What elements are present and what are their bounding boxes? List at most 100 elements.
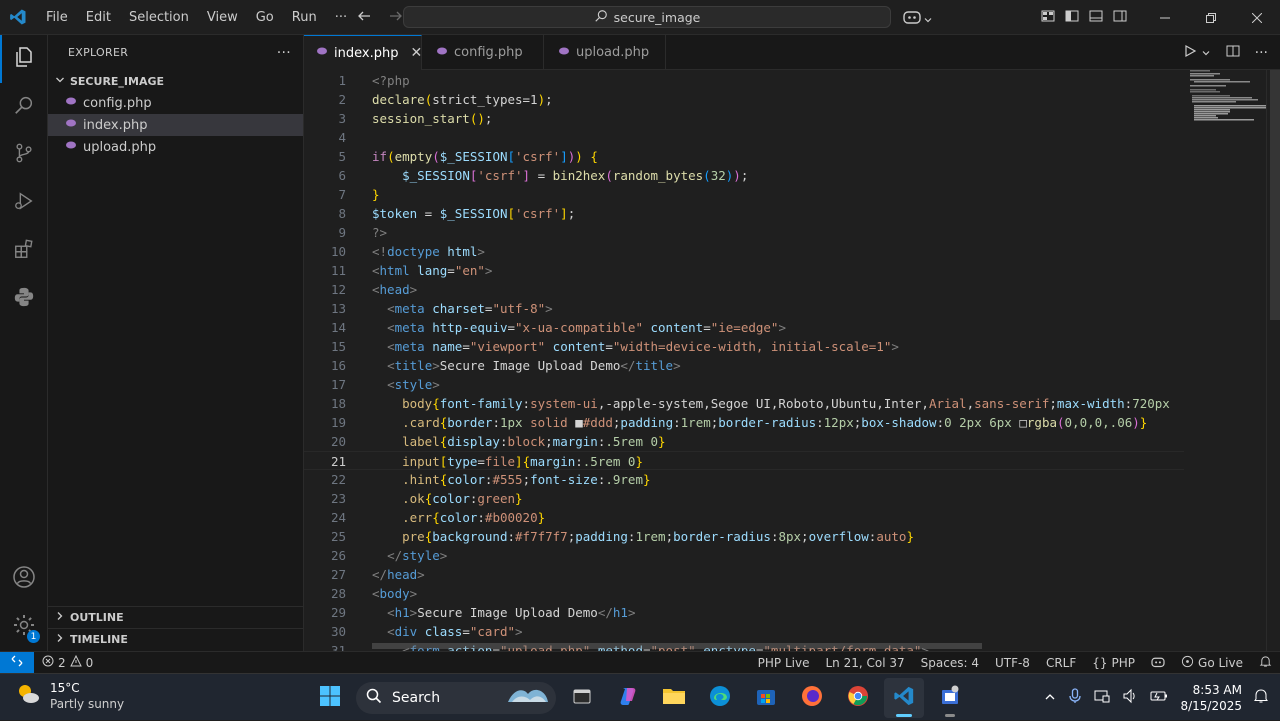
network-icon[interactable] <box>1094 688 1110 708</box>
file-upload-php[interactable]: upload.php <box>48 136 303 158</box>
battery-icon[interactable] <box>1150 688 1168 708</box>
notification-bell-icon[interactable] <box>1254 688 1268 708</box>
more-actions-icon[interactable]: ··· <box>1255 45 1268 61</box>
copilot-button[interactable] <box>903 9 933 29</box>
code-line[interactable]: 30 <div class="card"> <box>304 622 1184 641</box>
menu-edit[interactable]: Edit <box>77 0 120 35</box>
cursor-position[interactable]: Ln 21, Col 37 <box>817 656 912 670</box>
menu-file[interactable]: File <box>37 0 77 35</box>
code-line[interactable]: 16 <title>Secure Image Upload Demo</titl… <box>304 356 1184 375</box>
code-line[interactable]: 29 <h1>Secure Image Upload Demo</h1> <box>304 603 1184 622</box>
tab-upload-php[interactable]: upload.php <box>544 35 666 70</box>
vertical-scrollbar[interactable] <box>1266 70 1280 651</box>
manage-activity[interactable]: 1 <box>0 603 48 651</box>
close-window-button[interactable] <box>1234 0 1280 35</box>
code-line[interactable]: 22 .hint{color:#555;font-size:.9rem} <box>304 470 1184 489</box>
code-line[interactable]: 18 body{font-family:system-ui,-apple-sys… <box>304 394 1184 413</box>
code-line[interactable]: 10 <!doctype html> <box>304 242 1184 261</box>
file-config-php[interactable]: config.php <box>48 92 303 114</box>
code-line[interactable]: 14 <meta http-equiv="x-ua-compatible" co… <box>304 318 1184 337</box>
taskbar-search[interactable]: Search <box>356 681 556 714</box>
code-line[interactable]: 20 label{display:block;margin:.5rem 0} <box>304 432 1184 451</box>
database-app[interactable] <box>930 678 970 718</box>
extensions-activity[interactable] <box>0 227 48 275</box>
python-activity[interactable] <box>0 275 48 323</box>
file-index-php[interactable]: index.php <box>48 114 303 136</box>
scrollbar-thumb[interactable] <box>1270 70 1280 320</box>
menu-go[interactable]: Go <box>247 0 283 35</box>
chevron-down-icon[interactable] <box>1201 43 1211 62</box>
accounts-activity[interactable] <box>0 555 48 603</box>
code-line[interactable]: 21 input[type=file]{margin:.5rem 0} <box>304 451 1184 470</box>
code-line[interactable]: 28 <body> <box>304 584 1184 603</box>
source-control-activity[interactable] <box>0 131 48 179</box>
search-activity[interactable] <box>0 83 48 131</box>
weather-widget[interactable]: 15°C Partly sunny <box>14 680 124 712</box>
code-line[interactable]: 23 .ok{color:green} <box>304 489 1184 508</box>
workspace-folder[interactable]: SECURE_IMAGE <box>48 70 303 92</box>
split-editor-icon[interactable] <box>1225 43 1241 63</box>
tab-config-php[interactable]: config.php <box>422 35 544 70</box>
code-line[interactable]: 19 .card{border:1px solid ■#ddd;padding:… <box>304 413 1184 432</box>
microphone-icon[interactable] <box>1068 687 1082 708</box>
code-line[interactable]: 2 declare(strict_types=1); <box>304 90 1184 109</box>
encoding-status[interactable]: UTF-8 <box>987 656 1038 670</box>
horizontal-scrollbar[interactable] <box>372 643 982 649</box>
code-line[interactable]: 5 if(empty($_SESSION['csrf'])) { <box>304 147 1184 166</box>
tab-index-php[interactable]: index.php ✕ <box>304 35 422 70</box>
toggle-primary-sidebar-icon[interactable] <box>1064 8 1080 28</box>
run-debug-activity[interactable] <box>0 179 48 227</box>
chrome-app[interactable] <box>838 678 878 718</box>
code-line[interactable]: 1 <?php <box>304 71 1184 90</box>
clock[interactable]: 8:53 AM 8/15/2025 <box>1180 682 1242 714</box>
store-app[interactable] <box>746 678 786 718</box>
firefox-app[interactable] <box>792 678 832 718</box>
code-line[interactable]: 11 <html lang="en"> <box>304 261 1184 280</box>
code-line[interactable]: 24 .err{color:#b00020} <box>304 508 1184 527</box>
menu-view[interactable]: View <box>198 0 247 35</box>
toggle-panel-icon[interactable] <box>1088 8 1104 28</box>
code-line[interactable]: 17 <style> <box>304 375 1184 394</box>
code-line[interactable]: 3 session_start(); <box>304 109 1184 128</box>
menu-more[interactable]: ··· <box>326 0 356 35</box>
indentation-status[interactable]: Spaces: 4 <box>913 656 987 670</box>
code-line[interactable]: 25 pre{background:#f7f7f7;padding:1rem;b… <box>304 527 1184 546</box>
code-line[interactable]: 4 <box>304 128 1184 147</box>
close-tab-icon[interactable]: ✕ <box>410 45 422 61</box>
code-line[interactable]: 6 $_SESSION['csrf'] = bin2hex(random_byt… <box>304 166 1184 185</box>
menu-selection[interactable]: Selection <box>120 0 198 35</box>
explorer-activity[interactable] <box>0 35 48 83</box>
code-line[interactable]: 26 </style> <box>304 546 1184 565</box>
notifications-button[interactable] <box>1251 655 1280 671</box>
command-center-search[interactable]: secure_image <box>403 6 891 28</box>
start-button[interactable] <box>310 678 350 718</box>
code-line[interactable]: 8 $token = $_SESSION['csrf']; <box>304 204 1184 223</box>
menu-run[interactable]: Run <box>283 0 326 35</box>
back-arrow-icon[interactable] <box>356 8 372 28</box>
code-line[interactable]: 12 <head> <box>304 280 1184 299</box>
outline-section[interactable]: OUTLINE <box>48 606 304 628</box>
code-editor[interactable]: 1 <?php 2 declare(strict_types=1); 3 session_… <box>304 70 1280 651</box>
file-explorer-app[interactable] <box>654 678 694 718</box>
run-icon[interactable] <box>1183 43 1197 62</box>
restore-button[interactable] <box>1188 0 1234 35</box>
edge-app[interactable] <box>700 678 740 718</box>
code-line[interactable]: 15 <meta name="viewport" content="width=… <box>304 337 1184 356</box>
code-line[interactable]: 7} <box>304 185 1184 204</box>
code-line[interactable]: 9 ?> <box>304 223 1184 242</box>
copilot-app[interactable] <box>608 678 648 718</box>
minimize-button[interactable] <box>1142 0 1188 35</box>
remote-indicator[interactable] <box>0 651 34 674</box>
volume-icon[interactable] <box>1122 688 1138 708</box>
forward-arrow-icon[interactable] <box>388 8 404 28</box>
task-view-button[interactable] <box>562 678 602 718</box>
customize-layout-icon[interactable] <box>1040 8 1056 28</box>
code-line[interactable]: 27 </head> <box>304 565 1184 584</box>
vscode-app[interactable] <box>884 677 924 718</box>
problems-indicator[interactable]: 2 0 <box>34 654 101 670</box>
code-line[interactable]: 13 <meta charset="utf-8"> <box>304 299 1184 318</box>
sidebar-more-button[interactable]: ··· <box>277 45 291 61</box>
eol-status[interactable]: CRLF <box>1038 656 1084 670</box>
minimap[interactable] <box>1190 70 1270 130</box>
language-mode[interactable]: {} PHP <box>1084 656 1143 670</box>
